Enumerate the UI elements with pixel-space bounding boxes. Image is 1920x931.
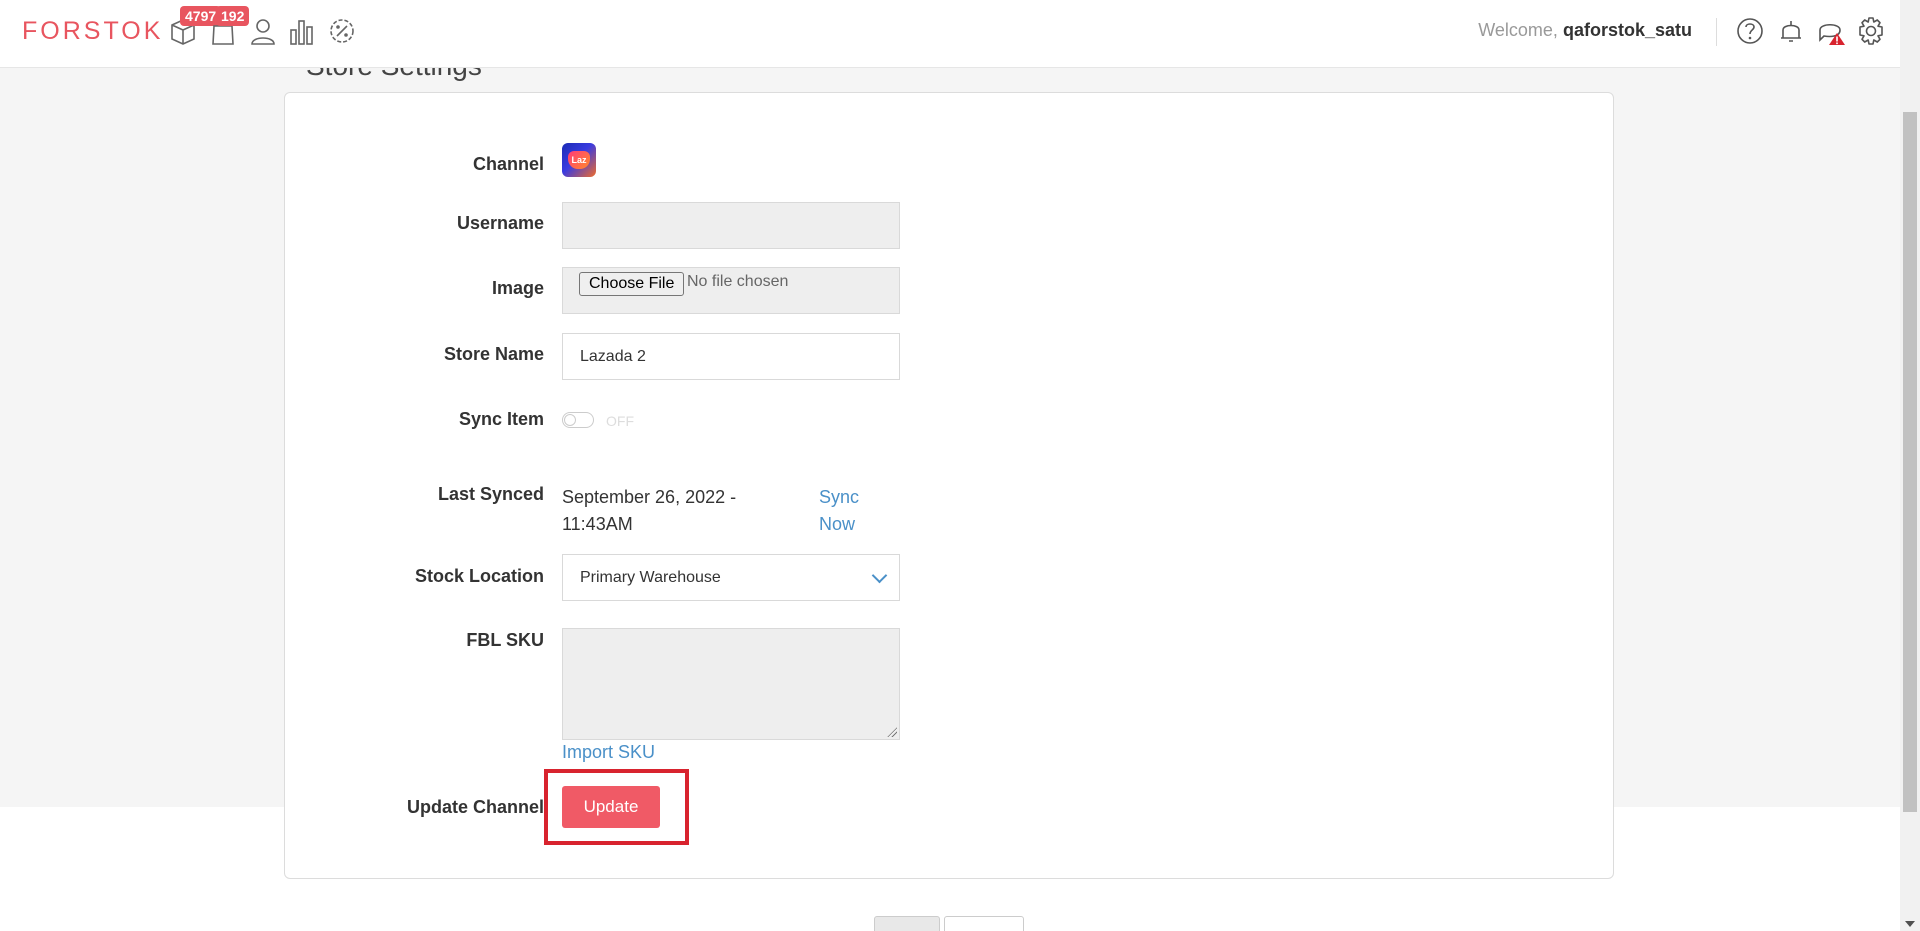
discount-icon[interactable]: [327, 16, 357, 46]
image-label: Image: [491, 278, 544, 298]
top-navbar: FORSTOK 4797 192 Welcome, qaforstok_satu: [0, 0, 1900, 68]
lazada-channel-icon: Laz: [562, 143, 596, 177]
sync-item-label: Sync Item: [458, 409, 544, 429]
update-channel-label: Update Channel: [406, 797, 544, 817]
alert-icon[interactable]: [1815, 15, 1847, 47]
welcome-text: Welcome, qaforstok_satu: [1478, 20, 1692, 41]
last-synced-value: September 26, 2022 - 11:43AM: [562, 487, 737, 534]
store-name-input[interactable]: Lazada 2: [562, 333, 900, 380]
lazada-logo-mark: Laz: [568, 151, 590, 169]
bottom-button-left[interactable]: [874, 916, 940, 931]
update-button[interactable]: Update: [562, 786, 660, 828]
scroll-down-arrow-icon[interactable]: [1905, 921, 1915, 927]
stock-location-select[interactable]: Primary Warehouse: [562, 554, 900, 601]
channel-label: Channel: [472, 154, 544, 174]
page: FORSTOK 4797 192 Welcome, qaforstok_satu: [0, 0, 1920, 931]
user-icon[interactable]: [248, 16, 278, 46]
forstok-logo[interactable]: FORSTOK: [22, 17, 163, 46]
username-field: [562, 202, 900, 249]
help-icon[interactable]: [1734, 15, 1766, 47]
fbl-sku-textarea[interactable]: [562, 628, 900, 740]
store-name-label: Store Name: [443, 344, 544, 364]
bottom-button-right[interactable]: [944, 916, 1024, 931]
sync-item-toggle[interactable]: [562, 412, 594, 428]
username-link[interactable]: qaforstok_satu: [1563, 20, 1692, 40]
scrollbar-thumb[interactable]: [1903, 112, 1917, 812]
items-badge: 192: [216, 6, 250, 26]
fbl-sku-label: FBL SKU: [466, 630, 544, 650]
file-status-text: No file chosen: [687, 273, 789, 290]
bell-icon[interactable]: [1775, 15, 1807, 47]
welcome-prefix: Welcome,: [1478, 20, 1558, 40]
chevron-down-icon: [871, 567, 888, 584]
sync-item-state: OFF: [606, 413, 634, 429]
choose-file-button[interactable]: Choose File: [579, 272, 685, 296]
store-name-value: Lazada 2: [580, 348, 646, 365]
gear-icon[interactable]: [1855, 15, 1887, 47]
import-sku-link[interactable]: Import SKU: [562, 742, 655, 763]
divider: [1716, 18, 1717, 46]
sync-now-link[interactable]: Sync Now: [819, 484, 879, 538]
resize-grip-icon[interactable]: [887, 727, 897, 737]
stock-location-label: Stock Location: [414, 566, 544, 586]
username-label: Username: [456, 213, 544, 233]
bar-chart-icon[interactable]: [287, 16, 317, 46]
toggle-knob: [564, 414, 576, 426]
stock-location-value: Primary Warehouse: [580, 569, 721, 586]
page-scrollbar[interactable]: [1900, 0, 1920, 931]
last-synced-label: Last Synced: [437, 484, 544, 504]
image-upload-field: Choose File No file chosen: [562, 267, 900, 314]
